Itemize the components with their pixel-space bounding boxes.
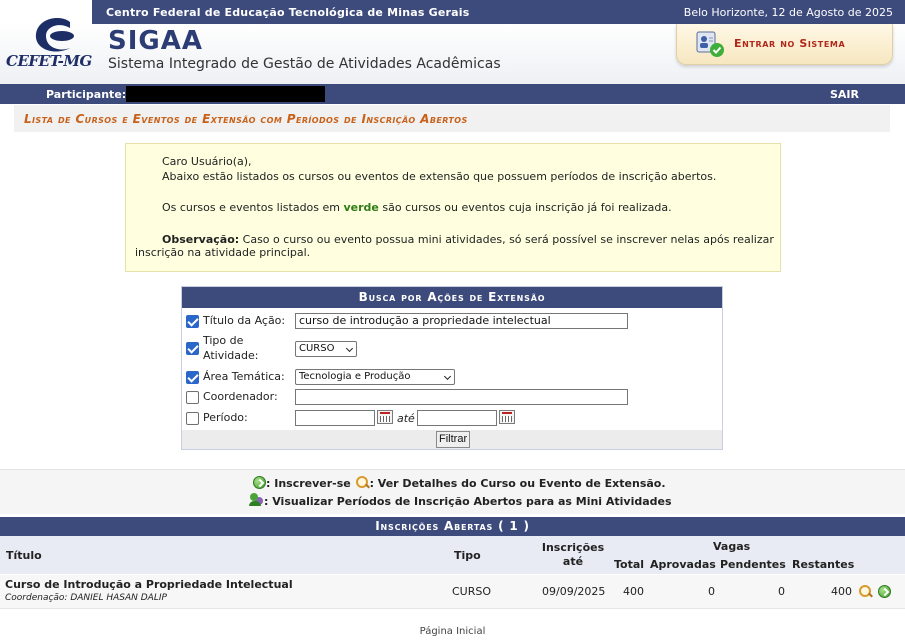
institution-name: Centro Federal de Educação Tecnológica d… (106, 6, 470, 19)
search-form: Busca por Ações de Extensão Título da Aç… (181, 286, 723, 450)
row-area: Área Temática: Tecnologia e Produção (182, 368, 722, 386)
results-column-headers: Título Tipo Inscrições até Vagas Total Ap… (0, 536, 905, 574)
titulo-label: Título da Ação: (203, 314, 286, 327)
info-greeting: Caro Usuário(a), (162, 155, 252, 168)
titulo-checkbox[interactable] (186, 315, 199, 328)
current-date: Belo Horizonte, 12 de Agosto de 2025 (683, 6, 893, 19)
legend-line-2: : Visualizar Períodos de Inscrição Abert… (248, 493, 672, 508)
results-title: Inscrições Abertas ( 1 ) (0, 517, 905, 536)
legend-mini: : Visualizar Períodos de Inscrição Abert… (264, 495, 672, 508)
magnifier-icon (355, 475, 370, 490)
login-label: Entrar no Sistema (734, 37, 846, 50)
info-line2: Os cursos e eventos listados em verde sã… (162, 201, 672, 214)
titulo-input[interactable]: curso de introdução a propriedade intele… (295, 313, 628, 329)
area-label: Área Temática: (203, 370, 285, 383)
participant-bar: Participante: SAIR (0, 84, 905, 104)
tipo-label: Tipo de Atividade: (203, 333, 258, 363)
tipo-select[interactable]: CURSO (295, 341, 357, 357)
info-line2-before: Os cursos e eventos listados em (162, 201, 344, 214)
icon-legend: : Inscrever-se : Ver Detalhes do Curso o… (0, 469, 905, 514)
row-tipo: CURSO (452, 585, 492, 598)
coordenador-checkbox[interactable] (186, 391, 199, 404)
app-subtitle: Sistema Integrado de Gestão de Atividade… (108, 56, 501, 72)
row-total: 400 (623, 585, 644, 598)
ate-label: até (397, 412, 415, 425)
row-inscricoes-ate: 09/09/2025 (542, 585, 606, 598)
calendar-icon[interactable] (499, 410, 515, 424)
info-observation-text: Caso o curso ou evento possua mini ativi… (239, 233, 774, 246)
participant-name-redacted (126, 86, 325, 102)
chevron-down-icon (443, 372, 452, 381)
tipo-checkbox[interactable] (186, 342, 199, 355)
col-inscricoes: Inscrições até (530, 541, 616, 569)
row-tipo: Tipo de Atividade: CURSO (182, 332, 722, 364)
info-message: Caro Usuário(a), Abaixo estão listados o… (125, 143, 781, 272)
periodo-end-input[interactable] (417, 410, 497, 426)
area-select[interactable]: Tecnologia e Produção (295, 369, 455, 385)
legend-inscrever: : Inscrever-se (266, 477, 351, 490)
filter-button[interactable]: Filtrar (436, 431, 471, 448)
col-aprovadas: Aprovadas (650, 558, 716, 571)
login-user-icon (696, 31, 724, 57)
legend-line-1: : Inscrever-se : Ver Detalhes do Curso o… (253, 475, 666, 490)
top-institution-bar: Centro Federal de Educação Tecnológica d… (0, 0, 905, 24)
cefet-logo-text: CEFET-MG (6, 52, 92, 70)
legend-detalhes: : Ver Detalhes do Curso ou Evento de Ext… (369, 477, 666, 490)
col-vagas: Vagas (713, 540, 751, 553)
col-total: Total (614, 558, 645, 571)
periodo-start-input[interactable] (295, 410, 375, 426)
info-line1: Abaixo estão listados os cursos ou event… (162, 170, 717, 183)
col-restantes: Restantes (792, 558, 855, 571)
logout-link[interactable]: SAIR (830, 88, 859, 101)
go-icon (253, 476, 266, 489)
tipo-select-value: CURSO (299, 343, 335, 354)
row-periodo: Período: até (182, 409, 722, 427)
magnifier-icon[interactable] (858, 584, 873, 599)
row-restantes: 400 (831, 585, 852, 598)
row-titulo: Título da Ação: curso de introdução a pr… (182, 312, 722, 330)
people-icon (248, 493, 264, 507)
row-titulo: Curso de Introdução a Propriedade Intele… (5, 578, 293, 591)
home-link[interactable]: Página Inicial (0, 626, 905, 637)
col-titulo: Título (6, 549, 42, 562)
tipo-label-line2: Atividade: (203, 349, 259, 362)
col-pendentes: Pendentes (720, 558, 786, 571)
page-title-bar: Lista de Cursos e Eventos de Extensão co… (14, 105, 890, 132)
row-aprovadas: 0 (708, 585, 715, 598)
col-tipo: Tipo (454, 549, 481, 562)
go-icon[interactable] (878, 585, 891, 598)
row-pendentes: 0 (778, 585, 785, 598)
coordenador-input[interactable] (295, 389, 628, 405)
search-form-title: Busca por Ações de Extensão (182, 287, 722, 308)
periodo-checkbox[interactable] (186, 412, 199, 425)
info-observation: Observação: Caso o curso ou evento possu… (162, 233, 774, 246)
periodo-label: Período: (203, 411, 248, 424)
search-form-footer: Filtrar (182, 430, 722, 449)
col-inscricoes-line2: até (562, 555, 584, 568)
table-row: Curso de Introdução a Propriedade Intele… (0, 575, 905, 609)
info-observation-label: Observação: (162, 233, 240, 246)
area-select-value: Tecnologia e Produção (299, 371, 411, 382)
row-coordenacao: Coordenação: DANIEL HASAN DALIP (5, 593, 167, 603)
info-line2-after: são cursos ou eventos cuja inscrição já … (378, 201, 672, 214)
app-title: SIGAA (108, 26, 203, 56)
info-observation-cont: inscrição na atividade principal. (135, 246, 311, 259)
col-inscricoes-line1: Inscrições (541, 541, 605, 554)
coordenador-label: Coordenador: (203, 390, 278, 403)
calendar-icon[interactable] (377, 410, 393, 424)
row-coordenador: Coordenador: (182, 388, 722, 406)
area-checkbox[interactable] (186, 371, 199, 384)
participant-label: Participante: (46, 88, 127, 101)
info-line2-highlight: verde (343, 201, 379, 214)
chevron-down-icon (345, 344, 354, 353)
tipo-label-line1: Tipo de (203, 334, 244, 347)
page-title: Lista de Cursos e Eventos de Extensão co… (24, 112, 468, 126)
login-button[interactable]: Entrar no Sistema (676, 24, 893, 65)
